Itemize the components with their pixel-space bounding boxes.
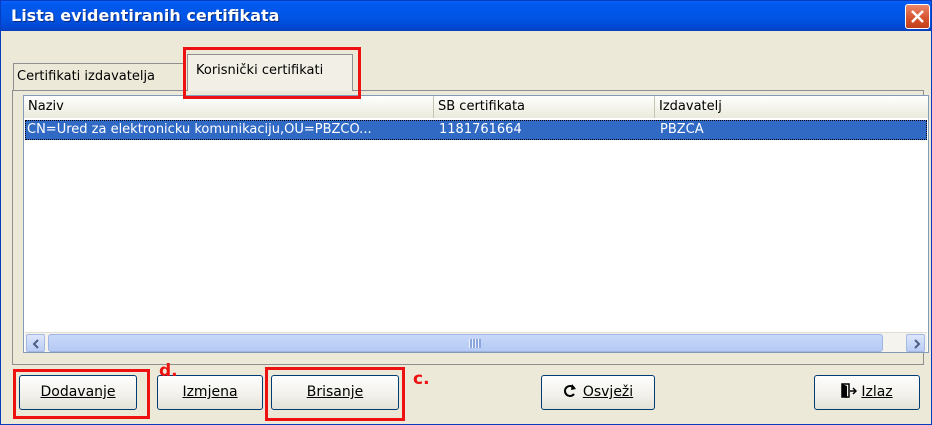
column-header-sb-certifikata[interactable]: SB certifikata: [434, 96, 655, 118]
close-icon: [911, 10, 924, 23]
title-bar: Lista evidentiranih certifikata: [1, 1, 931, 31]
scroll-grip: [469, 339, 481, 348]
annotation-c: c.: [413, 369, 430, 389]
scroll-left-button[interactable]: [26, 334, 45, 352]
osvjezi-button[interactable]: Osvježi: [541, 375, 655, 410]
column-header-izdavatelj[interactable]: Izdavatelj: [655, 96, 928, 118]
exit-door-icon: [841, 383, 858, 398]
izlaz-button[interactable]: Izlaz: [814, 375, 920, 410]
column-header-naziv[interactable]: Naziv: [24, 96, 434, 118]
tab-panel: Naziv SB certifikata Izdavatelj CN=Ured …: [12, 90, 929, 365]
scroll-thumb[interactable]: [48, 334, 883, 352]
horizontal-scrollbar[interactable]: [25, 332, 927, 352]
brisanje-button[interactable]: Brisanje: [271, 375, 399, 410]
dodavanje-button[interactable]: Dodavanje: [19, 375, 137, 410]
chevron-left-icon: [32, 339, 39, 349]
tab-korisnicki-certifikati[interactable]: Korisnički certifikati: [187, 54, 353, 91]
scroll-right-button[interactable]: [906, 334, 925, 352]
certificate-list-window: Lista evidentiranih certifikata Certifik…: [0, 0, 932, 425]
list-header: Naziv SB certifikata Izdavatelj: [24, 96, 928, 118]
tab-certifikati-izdavatelja[interactable]: Certifikati izdavatelja: [13, 63, 185, 90]
window-title: Lista evidentiranih certifikata: [11, 6, 280, 25]
cell-sb-certifikata: 1181761664: [439, 122, 522, 137]
refresh-icon: [563, 384, 576, 397]
certificate-list[interactable]: Naziv SB certifikata Izdavatelj CN=Ured …: [23, 95, 929, 353]
cell-naziv: CN=Ured za elektronicku komunikaciju,OU=…: [27, 122, 372, 137]
chevron-right-icon: [914, 339, 921, 349]
cell-izdavatelj: PBZCA: [660, 122, 704, 137]
close-button[interactable]: [905, 4, 930, 29]
annotation-d: d.: [159, 361, 178, 381]
tab-label: Certifikati izdavatelja: [17, 69, 156, 84]
tab-label: Korisnički certifikati: [196, 63, 324, 78]
table-row[interactable]: CN=Ured za elektronicku komunikaciju,OU=…: [25, 120, 927, 140]
